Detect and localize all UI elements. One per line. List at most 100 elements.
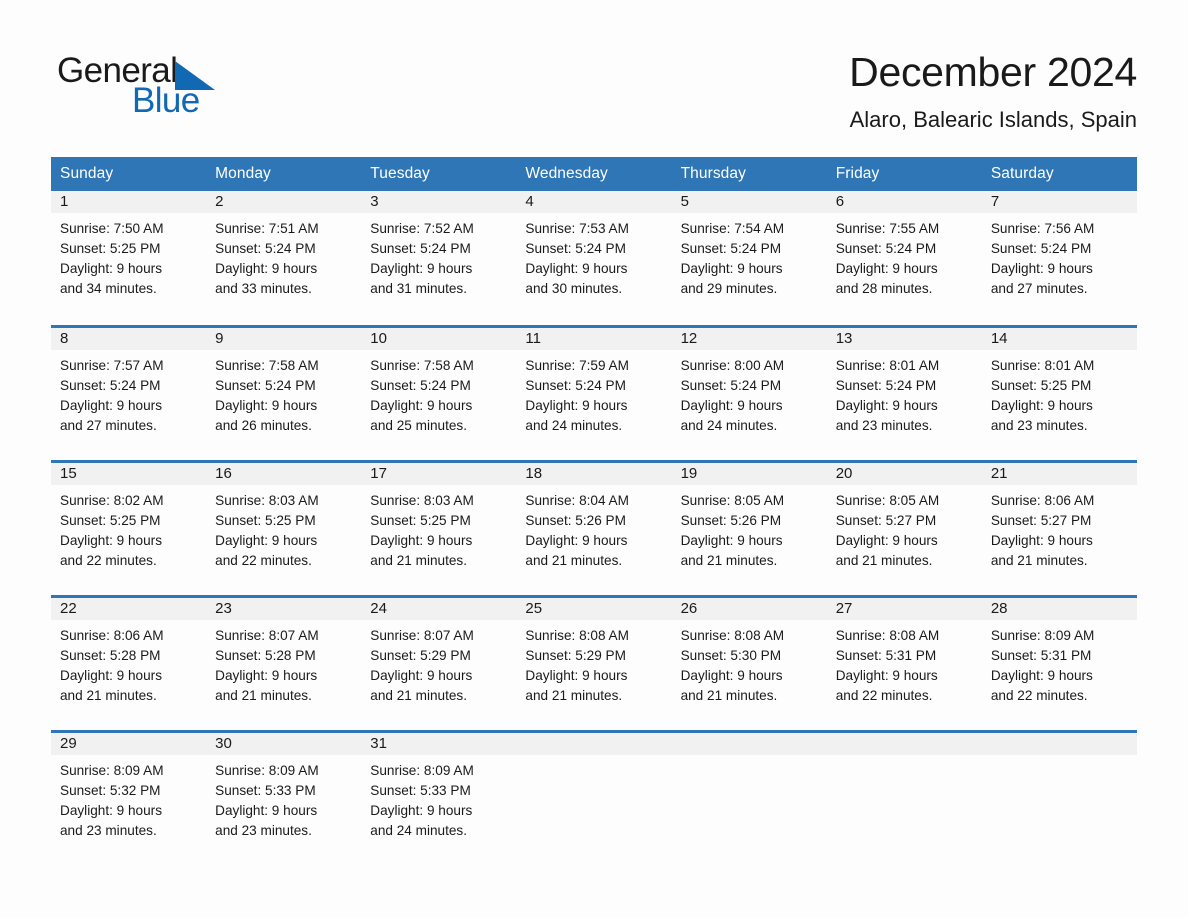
daylight-text-line1: Daylight: 9 hours	[525, 667, 628, 683]
day-number: 16	[206, 462, 362, 485]
day-cell[interactable]: 1 Sunrise: 7:50 AM Sunset: 5:25 PM Dayli…	[51, 191, 207, 326]
daylight-text-line1: Daylight: 9 hours	[60, 667, 163, 683]
day-cell[interactable]: 15 Sunrise: 8:02 AM Sunset: 5:25 PM Dayl…	[51, 459, 207, 596]
day-number: 9	[206, 327, 362, 350]
sunset-text: Sunset: 5:25 PM	[60, 241, 161, 256]
day-cell[interactable]: 25 Sunrise: 8:08 AM Sunset: 5:29 PM Dayl…	[516, 594, 672, 731]
daylight-text-line1: Daylight: 9 hours	[370, 802, 473, 818]
day-cell[interactable]: 27 Sunrise: 8:08 AM Sunset: 5:31 PM Dayl…	[826, 594, 982, 731]
sunrise-text: Sunrise: 8:06 AM	[990, 492, 1095, 508]
day-cell[interactable]: 10 Sunrise: 7:58 AM Sunset: 5:24 PM Dayl…	[361, 324, 517, 461]
day-cell[interactable]: 11 Sunrise: 7:59 AM Sunset: 5:24 PM Dayl…	[516, 324, 672, 461]
day-number: 3	[361, 191, 517, 213]
daylight-text-line1: Daylight: 9 hours	[215, 802, 318, 818]
day-cell[interactable]: 28 Sunrise: 8:09 AM Sunset: 5:31 PM Dayl…	[981, 594, 1137, 731]
sunrise-text: Sunrise: 7:54 AM	[680, 221, 785, 236]
calendar-week-row: 22 Sunrise: 8:06 AM Sunset: 5:28 PM Dayl…	[51, 594, 1137, 731]
sunrise-text: Sunrise: 7:57 AM	[60, 357, 164, 373]
day-cell[interactable]: 29 Sunrise: 8:09 AM Sunset: 5:32 PM Dayl…	[51, 729, 207, 866]
day-cell[interactable]: 9 Sunrise: 7:58 AM Sunset: 5:24 PM Dayli…	[206, 324, 362, 461]
sunrise-text: Sunrise: 8:00 AM	[680, 357, 785, 373]
sunset-text: Sunset: 5:31 PM	[990, 647, 1092, 663]
daylight-text-line2: and 27 minutes.	[990, 281, 1088, 296]
calendar-week-row: 8 Sunrise: 7:57 AM Sunset: 5:24 PM Dayli…	[51, 324, 1137, 461]
daylight-text-line2: and 24 minutes.	[680, 417, 778, 433]
day-number: 28	[981, 597, 1137, 620]
daylight-text-line1: Daylight: 9 hours	[990, 532, 1093, 548]
page-subtitle: Alaro, Balearic Islands, Spain	[849, 107, 1137, 132]
daylight-text-line1: Daylight: 9 hours	[215, 532, 318, 548]
day-details	[982, 755, 1137, 761]
sunrise-text: Sunrise: 8:02 AM	[60, 492, 164, 508]
day-number: 4	[516, 191, 672, 213]
day-cell[interactable]: 21 Sunrise: 8:06 AM Sunset: 5:27 PM Dayl…	[981, 459, 1137, 596]
day-cell[interactable]: 19 Sunrise: 8:05 AM Sunset: 5:26 PM Dayl…	[671, 459, 827, 596]
sunrise-text: Sunrise: 8:04 AM	[525, 492, 629, 508]
sunrise-text: Sunrise: 8:05 AM	[680, 492, 785, 508]
day-cell-empty	[516, 729, 672, 866]
day-number: 11	[516, 327, 672, 350]
daylight-text-line2: and 22 minutes.	[835, 687, 933, 703]
day-cell[interactable]: 18 Sunrise: 8:04 AM Sunset: 5:26 PM Dayl…	[516, 459, 672, 596]
sunset-text: Sunset: 5:33 PM	[215, 782, 316, 798]
day-cell[interactable]: 7 Sunrise: 7:56 AM Sunset: 5:24 PM Dayli…	[981, 191, 1137, 326]
sunset-text: Sunset: 5:24 PM	[680, 241, 782, 256]
day-cell[interactable]: 24 Sunrise: 8:07 AM Sunset: 5:29 PM Dayl…	[361, 594, 517, 731]
day-details: Sunrise: 8:07 AM Sunset: 5:29 PM Dayligh…	[361, 620, 516, 706]
sunset-text: Sunset: 5:26 PM	[680, 512, 782, 528]
daylight-text-line2: and 24 minutes.	[370, 822, 468, 838]
daylight-text-line1: Daylight: 9 hours	[525, 397, 628, 413]
day-cell[interactable]: 8 Sunrise: 7:57 AM Sunset: 5:24 PM Dayli…	[51, 324, 207, 461]
weekday-header-tuesday: Tuesday	[361, 157, 517, 191]
calendar-week-row: 29 Sunrise: 8:09 AM Sunset: 5:32 PM Dayl…	[51, 729, 1137, 866]
title-block: December 2024 Alaro, Balearic Islands, S…	[849, 48, 1137, 134]
logo-word-blue: Blue	[132, 81, 200, 120]
day-cell[interactable]: 14 Sunrise: 8:01 AM Sunset: 5:25 PM Dayl…	[981, 324, 1137, 461]
day-number: 19	[671, 462, 827, 485]
day-details: Sunrise: 8:09 AM Sunset: 5:31 PM Dayligh…	[982, 620, 1137, 706]
day-details	[516, 755, 671, 761]
daylight-text-line1: Daylight: 9 hours	[215, 261, 318, 276]
calendar-week-row: 1 Sunrise: 7:50 AM Sunset: 5:25 PM Dayli…	[51, 191, 1137, 326]
day-cell[interactable]: 13 Sunrise: 8:01 AM Sunset: 5:24 PM Dayl…	[826, 324, 982, 461]
daylight-text-line2: and 26 minutes.	[215, 417, 312, 433]
day-cell[interactable]: 2 Sunrise: 7:51 AM Sunset: 5:24 PM Dayli…	[206, 191, 362, 326]
day-cell[interactable]: 5 Sunrise: 7:54 AM Sunset: 5:24 PM Dayli…	[671, 191, 827, 326]
sunrise-text: Sunrise: 8:03 AM	[215, 492, 319, 508]
day-cell-empty	[981, 729, 1137, 866]
day-details	[672, 755, 827, 761]
day-cell[interactable]: 17 Sunrise: 8:03 AM Sunset: 5:25 PM Dayl…	[361, 459, 517, 596]
day-cell[interactable]: 31 Sunrise: 8:09 AM Sunset: 5:33 PM Dayl…	[361, 729, 517, 866]
sunrise-text: Sunrise: 8:08 AM	[680, 627, 785, 643]
day-details: Sunrise: 8:08 AM Sunset: 5:29 PM Dayligh…	[516, 620, 671, 706]
day-cell[interactable]: 20 Sunrise: 8:05 AM Sunset: 5:27 PM Dayl…	[826, 459, 982, 596]
day-cell[interactable]: 12 Sunrise: 8:00 AM Sunset: 5:24 PM Dayl…	[671, 324, 827, 461]
sunset-text: Sunset: 5:25 PM	[990, 377, 1092, 393]
day-cell[interactable]: 6 Sunrise: 7:55 AM Sunset: 5:24 PM Dayli…	[826, 191, 982, 326]
sunrise-text: Sunrise: 8:01 AM	[835, 357, 940, 373]
sunrise-text: Sunrise: 7:50 AM	[60, 221, 164, 236]
weekday-header-wednesday: Wednesday	[516, 157, 672, 191]
general-blue-logo[interactable]: General Blue	[57, 52, 357, 132]
sunset-text: Sunset: 5:24 PM	[215, 377, 316, 393]
sunrise-sunset-calendar-table: Sunday Monday Tuesday Wednesday Thursday…	[51, 157, 1137, 866]
sunset-text: Sunset: 5:25 PM	[370, 512, 471, 528]
daylight-text-line1: Daylight: 9 hours	[835, 397, 938, 413]
day-number: 14	[981, 327, 1137, 350]
weekday-header-thursday: Thursday	[671, 157, 827, 191]
day-details: Sunrise: 8:03 AM Sunset: 5:25 PM Dayligh…	[206, 485, 361, 571]
sunset-text: Sunset: 5:29 PM	[370, 647, 471, 663]
day-cell[interactable]: 23 Sunrise: 8:07 AM Sunset: 5:28 PM Dayl…	[206, 594, 362, 731]
day-cell[interactable]: 4 Sunrise: 7:53 AM Sunset: 5:24 PM Dayli…	[516, 191, 672, 326]
daylight-text-line1: Daylight: 9 hours	[680, 397, 783, 413]
day-cell[interactable]: 3 Sunrise: 7:52 AM Sunset: 5:24 PM Dayli…	[361, 191, 517, 326]
day-cell[interactable]: 30 Sunrise: 8:09 AM Sunset: 5:33 PM Dayl…	[206, 729, 362, 866]
daylight-text-line2: and 23 minutes.	[990, 417, 1088, 433]
daylight-text-line2: and 23 minutes.	[215, 822, 312, 838]
sunrise-text: Sunrise: 8:07 AM	[370, 627, 474, 643]
day-number: 24	[361, 597, 517, 620]
sunset-text: Sunset: 5:28 PM	[60, 647, 161, 663]
day-cell[interactable]: 26 Sunrise: 8:08 AM Sunset: 5:30 PM Dayl…	[671, 594, 827, 731]
day-cell[interactable]: 22 Sunrise: 8:06 AM Sunset: 5:28 PM Dayl…	[51, 594, 207, 731]
day-cell[interactable]: 16 Sunrise: 8:03 AM Sunset: 5:25 PM Dayl…	[206, 459, 362, 596]
